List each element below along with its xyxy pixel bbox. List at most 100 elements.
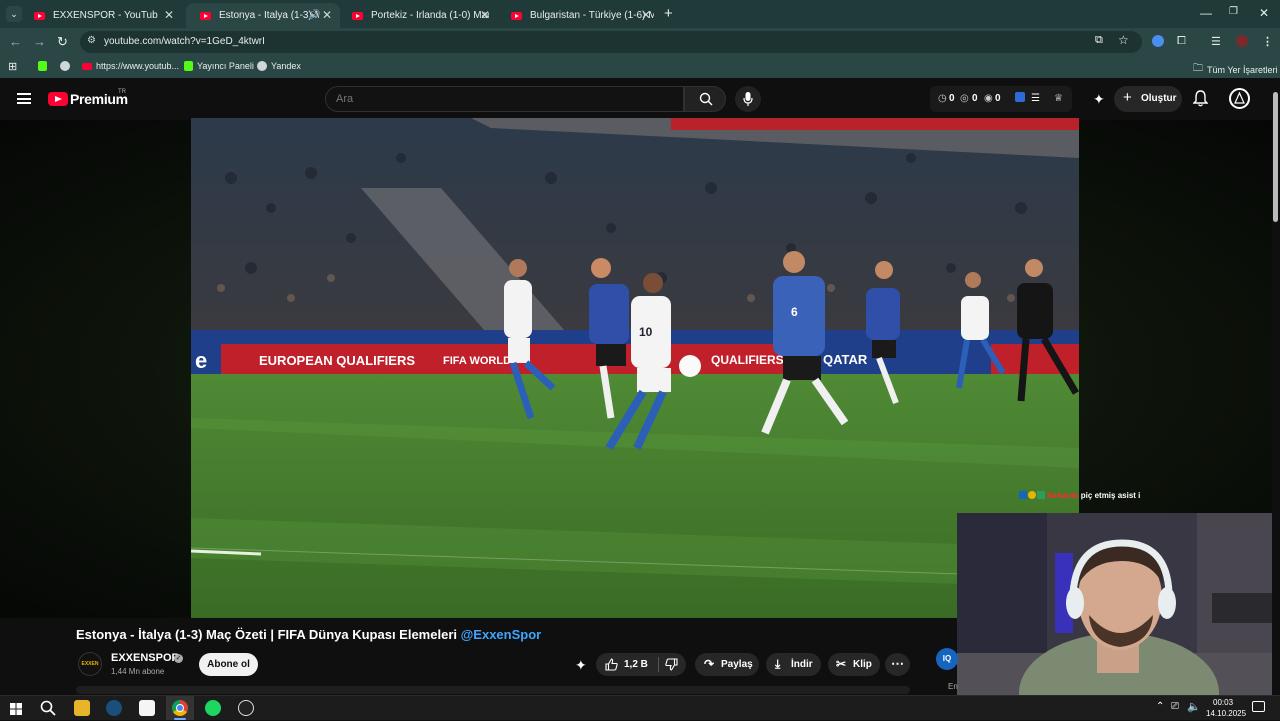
site-info-icon[interactable]: ⚙: [87, 35, 96, 46]
dislike-button[interactable]: [659, 653, 686, 676]
notification-center-icon[interactable]: [1252, 701, 1265, 712]
create-label: Oluştur: [1141, 93, 1177, 104]
eye-icon: ◉: [984, 93, 993, 104]
kick-bookmark-icon[interactable]: [38, 61, 51, 71]
gemini-spark-icon[interactable]: ✦: [1093, 91, 1105, 108]
more-actions-button[interactable]: ⋯: [885, 653, 910, 676]
bookmark-youtube[interactable]: https://www.youtub...: [82, 61, 179, 71]
like-dislike-group: 1,2 B: [596, 653, 686, 676]
share-button[interactable]: ↷ Paylaş: [695, 653, 759, 676]
download-icon: ⤓: [775, 657, 781, 671]
youtube-favicon-icon: [82, 62, 92, 70]
video-player[interactable]: e EUROPEAN QUALIFIERS FIFA WORLD QUALIFI…: [191, 118, 1079, 618]
close-icon[interactable]: ✕: [164, 8, 174, 22]
reload-icon[interactable]: ↻: [57, 34, 68, 50]
restore-button[interactable]: ❐: [1229, 6, 1238, 17]
counter-value: 0: [972, 93, 978, 104]
reading-list-icon[interactable]: ☰: [1211, 35, 1221, 48]
iq-extension-icon[interactable]: IQ: [936, 648, 958, 670]
video-frame: e EUROPEAN QUALIFIERS FIFA WORLD QUALIFI…: [191, 118, 1079, 618]
close-icon[interactable]: ✕: [641, 8, 651, 22]
extension-icon[interactable]: [1152, 35, 1164, 47]
share-arrow-icon: ↷: [704, 657, 715, 671]
tab-title: Estonya - İtalya (1-3) Maç Ö: [219, 10, 319, 21]
bookmark-label: Yayıncı Paneli: [197, 61, 254, 71]
tab-bulgaristan-turkiye[interactable]: Bulgaristan - Türkiye (1-6) Maç ✕: [497, 3, 659, 28]
extension-badge-icon[interactable]: [1015, 92, 1025, 102]
download-button[interactable]: ⤓ İndir: [766, 653, 821, 676]
speaker-icon[interactable]: 🔊: [309, 9, 320, 20]
tab-estonya-italya[interactable]: Estonya - İtalya (1-3) Maç Ö 🔊 ✕: [186, 3, 340, 28]
badge-icon: [1037, 491, 1045, 499]
channel-avatar[interactable]: EXXEN: [78, 652, 102, 676]
obs-icon[interactable]: [238, 700, 254, 716]
close-icon[interactable]: ✕: [322, 8, 332, 22]
tab-exxenspor-youtube[interactable]: EXXENSPOR - YouTube ✕: [20, 3, 182, 28]
counter-value: 0: [949, 93, 955, 104]
chrome-taskbar-button[interactable]: [166, 696, 194, 720]
windows-start-icon[interactable]: [10, 702, 22, 715]
gemini-ask-icon[interactable]: ✦: [575, 657, 587, 674]
bookmark-label: Tüm Yer İşaretleri: [1207, 64, 1278, 75]
hamburger-menu-icon[interactable]: [17, 93, 31, 104]
like-count: 1,2 B: [624, 659, 648, 670]
channel-name[interactable]: EXXENSPOR: [111, 652, 179, 664]
kebab-menu-icon[interactable]: ⋮: [1262, 35, 1273, 48]
bookmark-label: https://www.youtub...: [96, 61, 180, 71]
list-icon[interactable]: ☰: [1031, 93, 1040, 104]
youtube-logo-icon[interactable]: [48, 92, 68, 106]
globe-bookmark-icon[interactable]: [60, 61, 74, 71]
bookmark-yandex[interactable]: Yandex: [257, 61, 301, 71]
taskbar-time[interactable]: 00:03: [1213, 698, 1233, 707]
file-explorer-icon[interactable]: [74, 700, 90, 716]
chevron-up-icon[interactable]: ⌃: [1156, 701, 1164, 712]
ad-board-text: FIFA WORLD: [443, 355, 511, 367]
search-input[interactable]: [336, 93, 666, 105]
clip-button[interactable]: ✂ Klip: [828, 653, 880, 676]
bookmark-yayinci-paneli[interactable]: Yayıncı Paneli: [184, 61, 254, 71]
channel-handle-link[interactable]: @ExxenSpor: [461, 627, 542, 642]
install-app-icon[interactable]: ⧉: [1095, 34, 1103, 47]
verified-check-icon: ✓: [174, 654, 183, 663]
create-button[interactable]: + Oluştur: [1114, 86, 1182, 112]
close-window-button[interactable]: ✕: [1259, 6, 1269, 20]
spotify-icon[interactable]: [205, 700, 221, 716]
extension-counters[interactable]: ◷ 0 ◎ 0 ◉ 0 ☰ ♕: [930, 86, 1072, 112]
search-button[interactable]: [684, 86, 726, 112]
address-bar[interactable]: ⚙ youtube.com/watch?v=1GeD_4ktwrI ⧉ ☆: [80, 31, 1142, 53]
tab-title: EXXENSPOR - YouTube: [53, 10, 158, 21]
bookmark-star-icon[interactable]: ☆: [1118, 33, 1129, 47]
taskbar-date[interactable]: 14.10.2025: [1206, 709, 1246, 718]
chrome-icon: [172, 700, 188, 716]
globe-icon: [257, 61, 267, 71]
voice-search-button[interactable]: [735, 86, 761, 112]
close-icon[interactable]: ✕: [480, 8, 490, 22]
extensions-puzzle-icon[interactable]: ⧠: [1177, 35, 1186, 48]
notifications-bell-icon[interactable]: [1192, 90, 1209, 112]
subscribe-button[interactable]: Abone ol: [199, 653, 258, 676]
volume-icon[interactable]: 🔈: [1187, 700, 1201, 713]
youtube-favicon-icon: [511, 11, 522, 20]
profile-avatar[interactable]: [1236, 35, 1248, 47]
all-bookmarks-folder[interactable]: 🗀 Tüm Yer İşaretleri: [1193, 61, 1278, 78]
search-box[interactable]: [325, 86, 684, 112]
minimize-button[interactable]: —: [1200, 6, 1212, 20]
apps-grid-icon[interactable]: ⊞: [8, 60, 17, 73]
new-tab-button[interactable]: +: [664, 5, 673, 22]
network-icon[interactable]: ⎚: [1171, 701, 1179, 712]
ad-board-text: QATAR: [823, 352, 868, 367]
account-avatar[interactable]: [1229, 88, 1250, 109]
svg-text:e: e: [195, 348, 207, 373]
scrollbar-thumb[interactable]: [1273, 92, 1278, 222]
microsoft-store-icon[interactable]: [139, 700, 155, 716]
ad-board-text: EUROPEAN QUALIFIERS: [259, 353, 415, 368]
back-arrow-icon[interactable]: ←: [9, 34, 22, 49]
trophy-icon[interactable]: ♕: [1054, 93, 1063, 104]
ad-board-text: QUALIFIERS: [711, 353, 784, 367]
chat-overlay-message: furkanio piç etmiş asist i: [1019, 491, 1140, 500]
tab-portekiz-irlanda[interactable]: Portekiz - İrlanda (1-0) Maç Öz ✕: [338, 3, 498, 28]
forward-arrow-icon[interactable]: →: [33, 34, 46, 49]
search-icon[interactable]: [40, 700, 56, 721]
like-button[interactable]: 1,2 B: [596, 653, 658, 676]
steam-icon[interactable]: [106, 700, 122, 716]
